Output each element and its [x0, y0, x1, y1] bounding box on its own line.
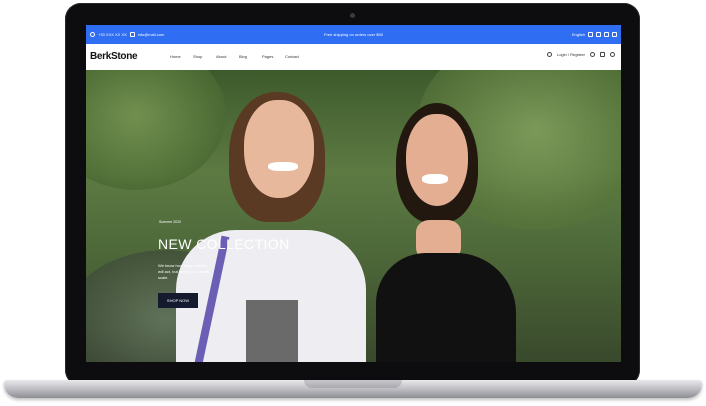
language-selector[interactable]: English: [572, 32, 585, 37]
nav-item-about[interactable]: About: [216, 54, 239, 59]
social-links: English: [572, 25, 617, 44]
hero-description: We know how large objects will act, but …: [158, 263, 209, 280]
nav-item-home[interactable]: Home: [170, 54, 193, 59]
hero-subtitle: Summer 2020: [159, 220, 181, 224]
header-actions: Login / Register: [546, 52, 615, 57]
shop-now-button[interactable]: SHOP NOW: [158, 293, 198, 308]
hero-banner: Summer 2020 NEW COLLECTION We know how l…: [86, 70, 621, 362]
instagram-icon[interactable]: [588, 32, 593, 37]
hero-title: NEW COLLECTION: [158, 236, 290, 252]
main-nav: Home Shop About Blog Pages Contact: [170, 54, 308, 59]
user-icon[interactable]: [546, 52, 552, 57]
camera-icon: [350, 13, 355, 18]
facebook-icon[interactable]: [604, 32, 609, 37]
cart-icon[interactable]: [600, 52, 605, 57]
nav-item-shop[interactable]: Shop: [193, 54, 216, 59]
youtube-icon[interactable]: [596, 32, 601, 37]
heart-icon[interactable]: [610, 52, 615, 57]
search-icon[interactable]: [590, 52, 595, 57]
account-link[interactable]: Login / Register: [557, 52, 585, 57]
nav-item-contact[interactable]: Contact: [285, 54, 308, 59]
background-foliage: [86, 70, 226, 190]
top-bar: +33 XXX XX XX info@mail.com Free shippin…: [86, 25, 621, 44]
website-screen: +33 XXX XX XX info@mail.com Free shippin…: [86, 25, 621, 362]
nav-item-blog[interactable]: Blog: [239, 54, 262, 59]
twitter-icon[interactable]: [612, 32, 617, 37]
announcement-text: Free shipping on orders over $50: [324, 32, 383, 37]
laptop-notch: [304, 380, 402, 388]
site-logo[interactable]: BerkStone: [90, 51, 138, 62]
nav-item-pages[interactable]: Pages: [262, 54, 285, 59]
site-header: BerkStone Home Shop About Blog Pages Con…: [86, 44, 621, 70]
